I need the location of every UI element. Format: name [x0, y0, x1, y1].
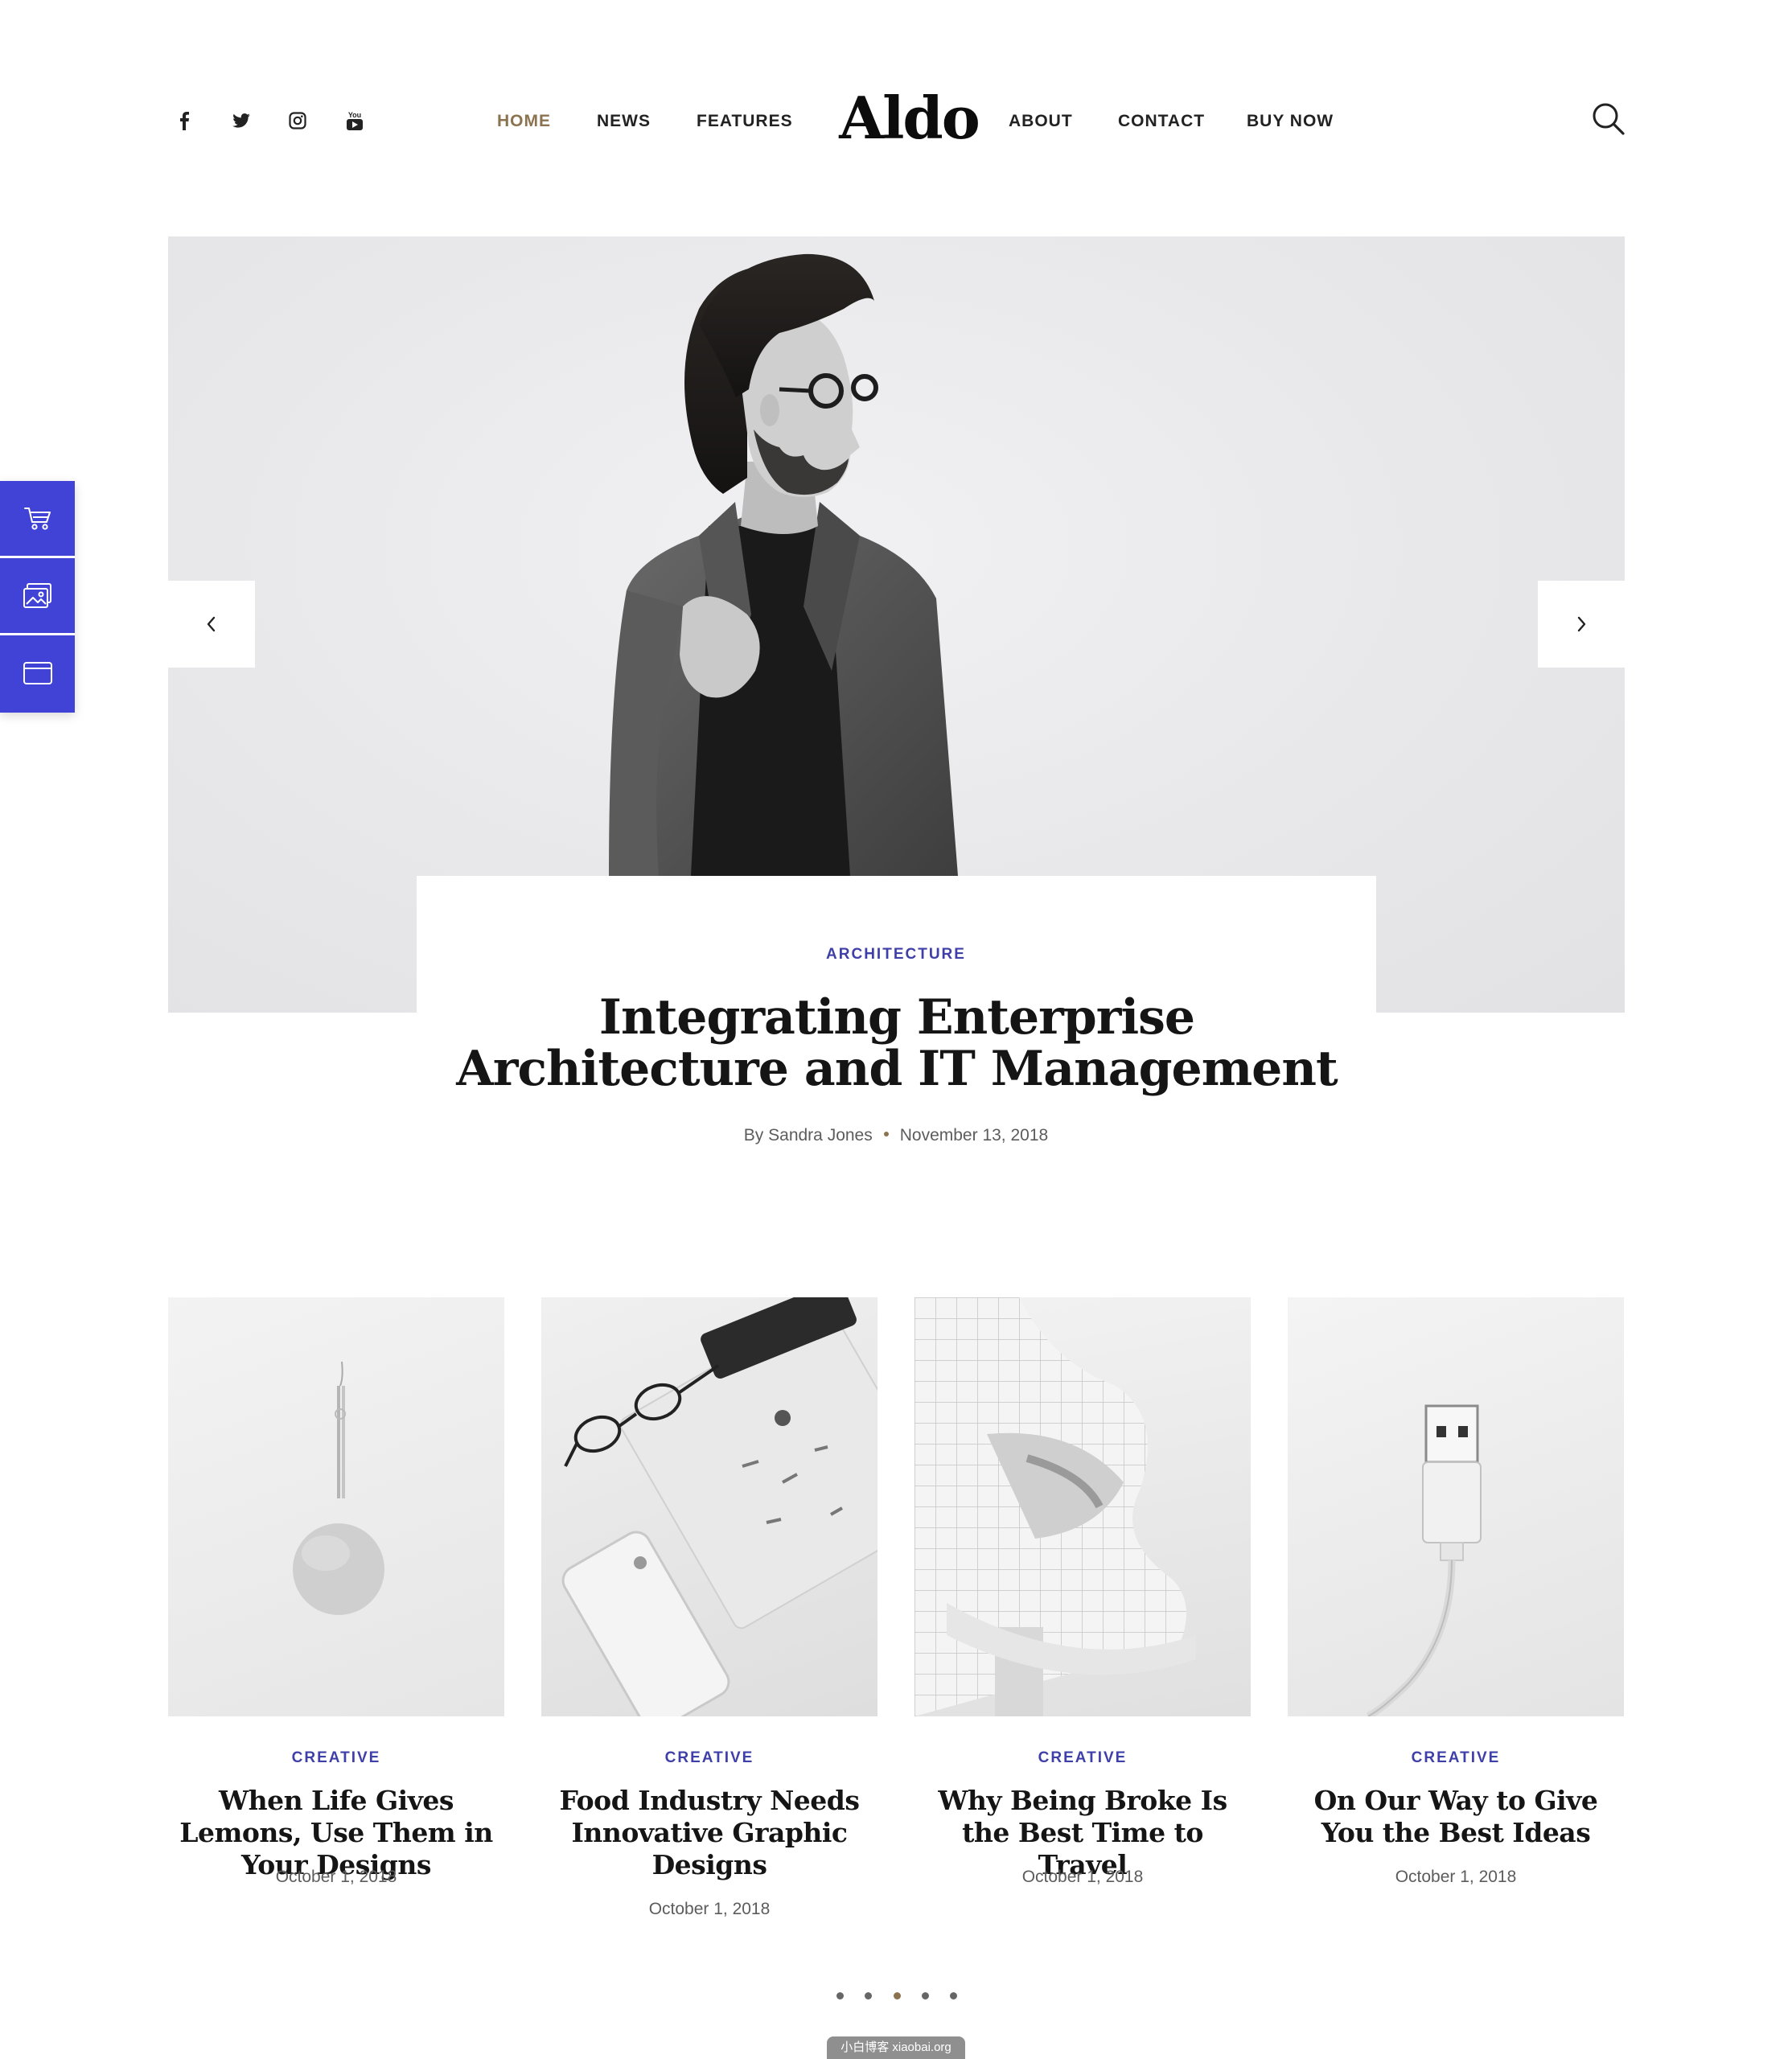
- youtube-icon-label: You: [348, 111, 361, 119]
- browser-window-icon[interactable]: [0, 635, 75, 710]
- cart-icon[interactable]: [0, 481, 75, 556]
- hero-category[interactable]: ARCHITECTURE: [772, 946, 1020, 964]
- chevron-right-icon: [1577, 616, 1586, 632]
- post-image[interactable]: [1288, 1297, 1624, 1716]
- youtube-icon[interactable]: You: [339, 105, 371, 137]
- pagination-dot[interactable]: [921, 1991, 929, 1999]
- post-image[interactable]: [541, 1297, 878, 1716]
- curved-building-illustration: [914, 1297, 1196, 1716]
- nav-news[interactable]: NEWS: [597, 109, 651, 134]
- post-date: October 1, 2018: [1021, 1868, 1144, 1886]
- hero-prev-button[interactable]: [168, 581, 255, 668]
- pagination-dot[interactable]: [950, 1991, 957, 1999]
- post-category[interactable]: CREATIVE: [1288, 1749, 1624, 1767]
- nav-buy-now[interactable]: BUY NOW: [1247, 109, 1334, 134]
- pagination-dot[interactable]: [836, 1991, 844, 1999]
- twitter-icon[interactable]: [225, 105, 257, 137]
- nav-home[interactable]: HOME: [497, 109, 551, 134]
- site-logo[interactable]: Aldo: [828, 82, 989, 154]
- desk-flatlay-illustration: [561, 1297, 878, 1716]
- watermark: 小白博客 xiaobai.org: [827, 2036, 965, 2059]
- post-title[interactable]: When Life Gives Lemons, Use Them in Your…: [168, 1785, 504, 1881]
- pagination-dot-active[interactable]: [893, 1991, 901, 1999]
- post-category[interactable]: CREATIVE: [914, 1749, 1251, 1767]
- hero-meta: By Sandra Jones November 13, 2018: [643, 1126, 1149, 1145]
- hero-author[interactable]: By Sandra Jones: [744, 1126, 873, 1145]
- nav-features[interactable]: FEATURES: [697, 109, 793, 134]
- carousel-pagination: [836, 1990, 957, 2001]
- post-title[interactable]: On Our Way to Give You the Best Ideas: [1288, 1785, 1624, 1849]
- search-icon[interactable]: [1589, 100, 1628, 138]
- post-date: October 1, 2018: [275, 1868, 397, 1886]
- usb-cable-illustration: [1366, 1404, 1482, 1716]
- pagination-dot[interactable]: [865, 1991, 873, 1999]
- post-image[interactable]: [168, 1297, 504, 1716]
- hero-title[interactable]: Integrating Enterprise Architecture and …: [450, 992, 1343, 1095]
- facebook-icon[interactable]: [168, 105, 200, 137]
- post-title[interactable]: Why Being Broke Is the Best Time to Trav…: [914, 1785, 1251, 1881]
- hero-next-button[interactable]: [1538, 581, 1625, 668]
- hero-date: November 13, 2018: [899, 1126, 1049, 1145]
- speaker-pendant-illustration: [293, 1361, 384, 1615]
- post-category[interactable]: CREATIVE: [168, 1749, 504, 1767]
- post-title[interactable]: Food Industry Needs Innovative Graphic D…: [541, 1785, 878, 1881]
- post-category[interactable]: CREATIVE: [541, 1749, 878, 1767]
- post-image[interactable]: [914, 1297, 1251, 1716]
- nav-about[interactable]: ABOUT: [1009, 109, 1073, 134]
- side-dock: [0, 481, 75, 713]
- meta-separator: [883, 1132, 889, 1137]
- nav-contact[interactable]: CONTACT: [1118, 109, 1205, 134]
- chevron-left-icon: [207, 616, 216, 632]
- gallery-icon[interactable]: [0, 558, 75, 633]
- post-date: October 1, 2018: [1395, 1868, 1517, 1886]
- instagram-icon[interactable]: [282, 105, 314, 137]
- post-date: October 1, 2018: [648, 1900, 771, 1918]
